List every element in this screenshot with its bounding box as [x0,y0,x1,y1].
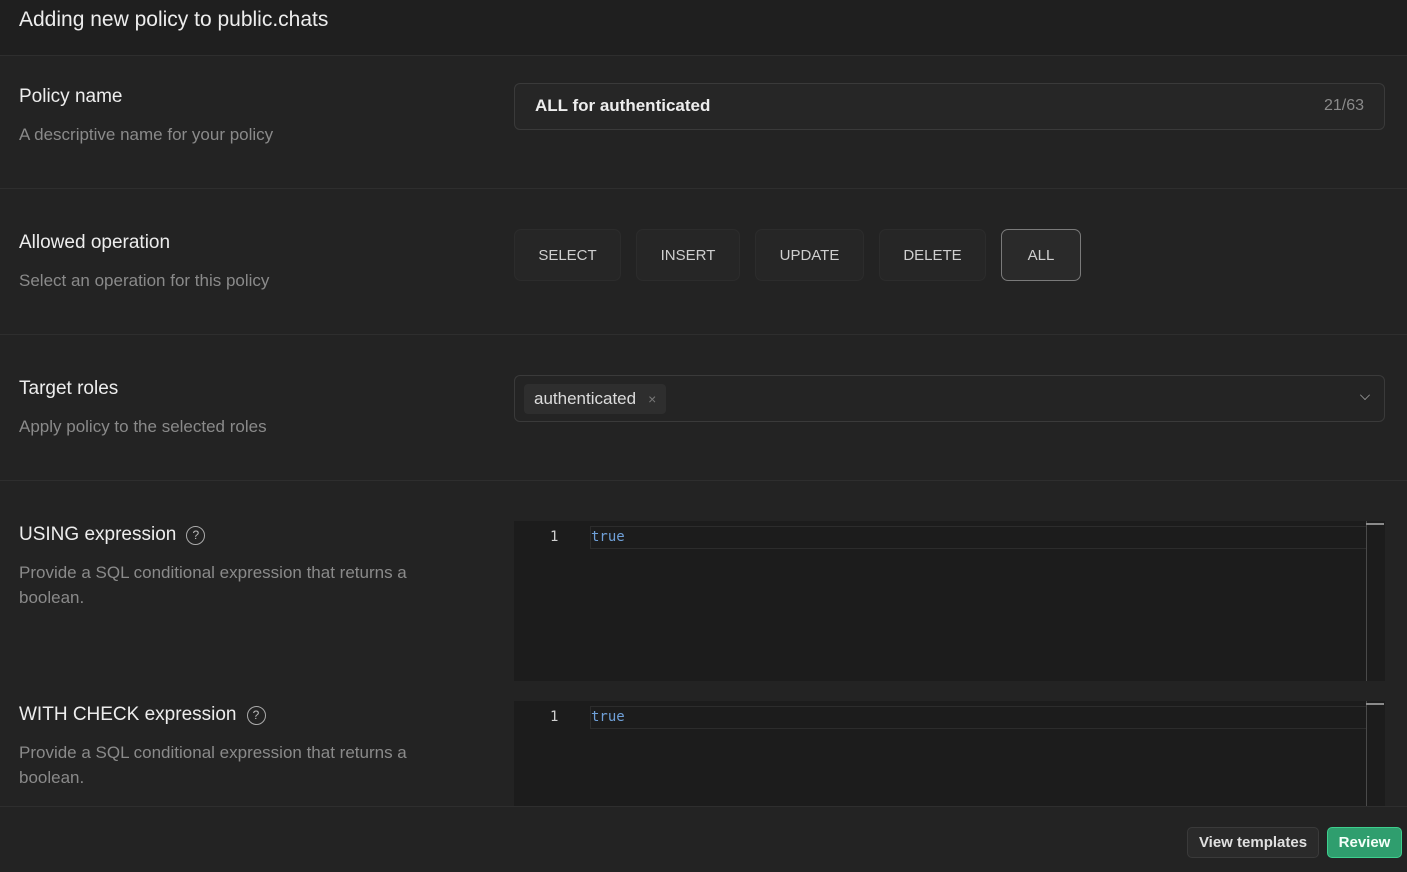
operation-insert-button[interactable]: INSERT [636,229,740,281]
roles-section: Target roles Apply policy to the selecte… [0,335,1407,481]
role-chip: authenticated × [524,384,667,414]
help-icon[interactable]: ? [186,525,206,545]
remove-role-icon[interactable]: × [648,391,656,407]
policy-name-label: Policy name [19,86,123,107]
operation-all-button[interactable]: ALL [1001,229,1081,281]
character-counter: 21/63 [1323,97,1364,114]
with-check-label: WITH CHECK expression ? [19,704,266,726]
line-number: 1 [550,709,559,725]
roles-description: Apply policy to the selected roles [19,417,267,436]
help-icon[interactable]: ? [246,705,266,725]
operation-description: Select an operation for this policy [19,271,270,290]
using-description: Provide a SQL conditional expression tha… [19,563,407,607]
current-line-highlight [590,526,1367,549]
operation-update-button[interactable]: UPDATE [755,229,864,281]
policy-name-description: A descriptive name for your policy [19,125,274,144]
code-text[interactable]: true [591,709,625,725]
page-title: Adding new policy to public.chats [19,8,329,31]
review-button[interactable]: Review [1327,827,1402,858]
chevron-down-icon[interactable] [1360,390,1370,400]
using-label-text: USING expression [19,524,177,545]
scrollbar-thumb[interactable] [1366,523,1384,525]
role-chip-label: authenticated [534,389,637,408]
scrollbar[interactable] [1366,701,1367,806]
panel-header: Adding new policy to public.chats [0,0,1407,56]
policy-name-input[interactable]: ALL for authenticated 21/63 [514,83,1385,130]
with-check-label-text: WITH CHECK expression [19,704,237,725]
operation-selector: SELECT INSERT UPDATE DELETE ALL [514,229,1081,281]
current-line-highlight [590,706,1367,729]
line-number: 1 [550,529,559,545]
using-code-editor[interactable]: 1 true [514,521,1385,681]
operation-delete-button[interactable]: DELETE [879,229,986,281]
policy-name-value[interactable]: ALL for authenticated [535,96,710,116]
roles-multiselect[interactable]: authenticated × [514,375,1385,422]
scrollbar[interactable] [1366,521,1367,681]
operation-select-button[interactable]: SELECT [514,229,621,281]
code-text[interactable]: true [591,529,625,545]
with-check-description: Provide a SQL conditional expression tha… [19,743,407,787]
operation-label: Allowed operation [19,232,171,253]
roles-label: Target roles [19,378,119,399]
view-templates-button[interactable]: View templates [1187,827,1319,858]
footer: View templates Review [0,806,1407,872]
with-check-code-editor[interactable]: 1 true [514,701,1385,806]
policy-name-section: Policy name A descriptive name for your … [0,56,1407,189]
scrollbar-thumb[interactable] [1366,703,1384,705]
using-label: USING expression ? [19,524,206,546]
